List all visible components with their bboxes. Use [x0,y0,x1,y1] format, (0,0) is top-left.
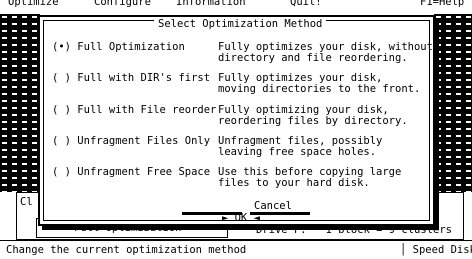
option-desc-line2: files to your hard disk. [218,177,370,189]
option-desc-line2: reordering files by directory. [218,115,408,127]
cancel-button-shadow [250,212,310,215]
radio-button[interactable]: (•) [52,41,71,53]
status-bar: Change the current optimization method │… [0,240,472,259]
ok-button-shadow [182,212,242,215]
option-label: Full with File reorder [77,104,217,116]
option-desc-line2: moving directories to the front. [218,83,421,95]
help-key[interactable]: F1=Help [420,0,464,8]
radio-button[interactable]: ( ) [52,72,71,84]
option-label: Full with DIR's first [77,72,211,84]
menu-optimize[interactable]: Optimize [8,0,59,8]
optimization-method-dialog: Select Optimization Method (•) Full Opti… [38,15,435,226]
disk-map-right [434,14,472,192]
radio-button[interactable]: ( ) [52,166,71,178]
cancel-button[interactable]: Cancel [254,200,292,212]
menu-configure[interactable]: Configure [94,0,151,8]
menu-quit[interactable]: Quit! [290,0,322,8]
menu-bar: Optimize Configure Information Quit! F1=… [0,0,472,8]
radio-button[interactable]: ( ) [52,135,71,147]
disk-map-left [0,14,40,192]
option-label: Unfragment Free Space [77,166,211,178]
radio-button[interactable]: ( ) [52,104,71,116]
status-hint: Change the current optimization method [6,244,247,256]
ok-button[interactable]: ► OK ◄ [184,200,260,224]
menu-information[interactable]: Information [176,0,246,8]
option-label: Full Optimization [77,41,185,53]
option-label: Unfragment Files Only [77,135,211,147]
status-app-name: │ Speed Disk [400,244,472,256]
option-desc-line2: leaving free space holes. [218,146,377,158]
dialog-title: Select Optimization Method [154,18,327,30]
option-desc-line2: directory and file reordering. [218,52,408,64]
info-partial-label: Cl [20,196,33,208]
